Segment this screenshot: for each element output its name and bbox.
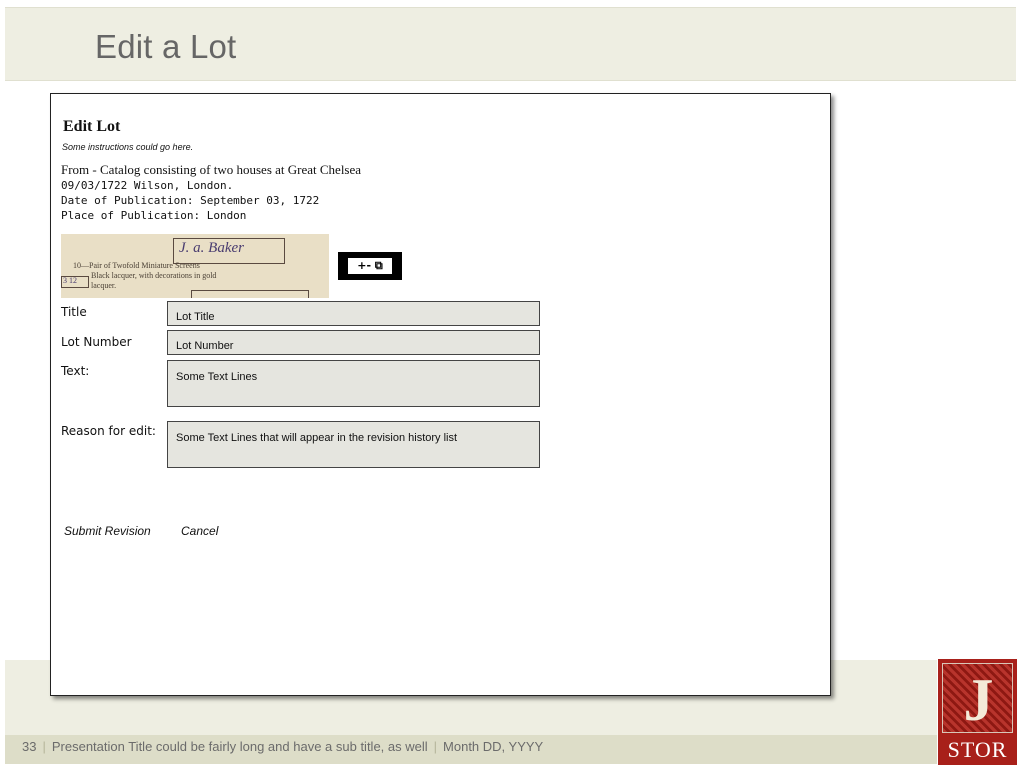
publication-place-line: Place of Publication: London [61,209,247,222]
text-lines-textarea[interactable]: Some Text Lines [167,360,540,407]
footer-separator: | [42,739,46,754]
cancel-link[interactable]: Cancel [181,524,218,538]
logo-ornament: J [942,663,1013,733]
slide-header-band: Edit a Lot [5,7,1016,81]
text-label: Text: [61,364,90,378]
lot-number-input[interactable]: Lot Number [167,330,540,355]
catalog-date-line: 09/03/1722 Wilson, London. [61,179,234,192]
form-title: Edit Lot [63,118,121,135]
zoom-controls[interactable]: +- ⧉ [338,252,402,280]
edit-lot-window: Edit Lot Some instructions could go here… [50,93,831,696]
submit-revision-link[interactable]: Submit Revision [64,524,151,538]
thumbnail-margin-note: 3 12 [63,276,77,285]
lower-signature-box [191,290,309,298]
logo-wordmark: STOR [947,737,1008,762]
thumbnail-signature: J. a. Baker [179,240,244,256]
page-number: 33 [22,739,37,754]
jstor-logo: J STOR [938,659,1017,765]
catalog-page-thumbnail[interactable]: J. a. Baker 10—Pair of Twofold Miniature… [61,234,329,298]
reason-textarea[interactable]: Some Text Lines that will appear in the … [167,421,540,468]
thumbnail-line-2: Black lacquer, with decorations in gold [91,271,217,280]
footer-separator: | [433,739,438,754]
reason-label: Reason for edit: [61,424,156,438]
slide-title: Edit a Lot [95,28,237,65]
lot-title-input[interactable]: Lot Title [167,301,540,326]
thumbnail-line-3: lacquer. [91,281,117,290]
logo-letter: J [963,667,994,733]
lot-number-label: Lot Number [61,335,132,349]
form-instructions: Some instructions could go here. [62,142,194,152]
presentation-title: Presentation Title could be fairly long … [51,739,428,754]
title-label: Title [61,305,87,319]
catalog-source-line: From - Catalog consisting of two houses … [61,162,362,177]
presentation-date: Month DD, YYYY [443,739,544,754]
publication-date-line: Date of Publication: September 03, 1722 [61,194,320,207]
thumbnail-line-1: 10—Pair of Twofold Miniature Screens [73,261,200,270]
slide-footer: 33 | Presentation Title could be fairly lo… [22,739,543,754]
zoom-toggle-icon[interactable]: +- ⧉ [348,258,392,274]
